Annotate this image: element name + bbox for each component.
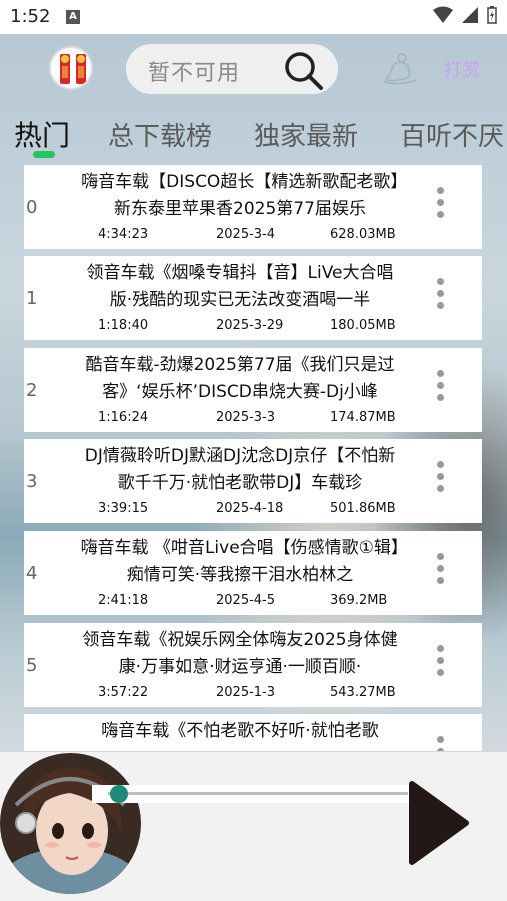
song-title: DJ情薇聆听DJ默涵DJ沈念DJ京仔【不怕新歌千千万·就怕老歌带DJ】车载珍 bbox=[84, 446, 396, 493]
song-title: 嗨音车载【DISCO超长【精选新歌配老歌】新东泰里苹果香2025第77届娱乐 bbox=[81, 172, 399, 219]
song-date: 2025-3-29 bbox=[216, 318, 284, 333]
more-options-icon[interactable] bbox=[434, 736, 446, 751]
header-side-text[interactable]: 打赏 bbox=[444, 56, 480, 82]
status-bar: 1:52 A bbox=[0, 0, 507, 34]
song-duration: 4:34:23 bbox=[98, 227, 149, 242]
song-index: 5 bbox=[26, 655, 38, 676]
song-card[interactable]: 酷音车载-劲爆2025第77届《我们只是过客》‘娱乐杯’DISCD串烧大赛-Dj… bbox=[24, 348, 482, 432]
song-date: 2025-1-3 bbox=[216, 685, 276, 700]
list-item[interactable]: 嗨音车载【DISCO超长【精选新歌配老歌】新东泰里苹果香2025第77届娱乐 4… bbox=[0, 165, 507, 249]
song-size: 180.05MB bbox=[330, 318, 396, 333]
song-date: 2025-4-18 bbox=[216, 501, 284, 516]
song-size: 174.87MB bbox=[330, 410, 396, 425]
song-index: 2 bbox=[26, 380, 38, 401]
song-card[interactable]: DJ情薇聆听DJ默涵DJ沈念DJ京仔【不怕新歌千千万·就怕老歌带DJ】车载珍 3… bbox=[24, 439, 482, 523]
song-index: 4 bbox=[26, 563, 38, 584]
song-date: 2025-4-5 bbox=[216, 593, 276, 608]
wifi-icon bbox=[433, 6, 453, 23]
song-title: 领音车载《烟嗓专辑抖【音】LiVe大合唱版·残酷的现实已无法改变酒喝一半 bbox=[86, 263, 394, 310]
more-options-icon[interactable] bbox=[434, 553, 446, 593]
more-options-icon[interactable] bbox=[434, 278, 446, 318]
status-icons bbox=[433, 6, 497, 24]
category-tabs: 热门 总下载榜 独家最新 百听不厌 bbox=[0, 112, 507, 162]
song-duration: 3:57:22 bbox=[98, 685, 149, 700]
song-duration: 2:41:18 bbox=[98, 593, 149, 608]
more-options-icon[interactable] bbox=[434, 187, 446, 227]
list-item[interactable]: 领音车载《烟嗓专辑抖【音】LiVe大合唱版·残酷的现实已无法改变酒喝一半 1:1… bbox=[0, 256, 507, 340]
song-index: 0 bbox=[26, 197, 38, 218]
song-date: 2025-3-4 bbox=[216, 227, 276, 242]
song-card[interactable]: 领音车载《烟嗓专辑抖【音】LiVe大合唱版·残酷的现实已无法改变酒喝一半 1:1… bbox=[24, 256, 482, 340]
song-title: 嗨音车载《不怕老歌不好听·就怕老歌 bbox=[101, 721, 379, 741]
song-card[interactable]: 嗨音车载【DISCO超长【精选新歌配老歌】新东泰里苹果香2025第77届娱乐 4… bbox=[24, 165, 482, 249]
list-item[interactable]: 嗨音车载 《咁音Live合唱【伤感情歌①辑】痴情可笑·等我擦干泪水柏林之 2:4… bbox=[0, 531, 507, 615]
song-duration: 1:16:24 bbox=[98, 410, 149, 425]
tab-total-downloads[interactable]: 总下载榜 bbox=[108, 116, 212, 153]
song-title: 酷音车载-劲爆2025第77届《我们只是过客》‘娱乐杯’DISCD串烧大赛-Dj… bbox=[85, 355, 395, 402]
app-logo[interactable] bbox=[49, 46, 93, 90]
song-duration: 1:18:40 bbox=[98, 318, 149, 333]
tab-never-tired[interactable]: 百听不厌 bbox=[400, 116, 504, 153]
tab-exclusive-new[interactable]: 独家最新 bbox=[254, 116, 358, 153]
song-duration: 3:39:15 bbox=[98, 501, 149, 516]
song-index: 1 bbox=[26, 288, 38, 309]
more-options-icon[interactable] bbox=[434, 645, 446, 685]
list-item[interactable]: 酷音车载-劲爆2025第77届《我们只是过客》‘娱乐杯’DISCD串烧大赛-Dj… bbox=[0, 348, 507, 432]
search-icon[interactable] bbox=[282, 49, 326, 93]
album-art[interactable] bbox=[0, 753, 141, 894]
play-icon[interactable] bbox=[408, 780, 470, 866]
song-size: 369.2MB bbox=[330, 593, 388, 608]
progress-handle[interactable] bbox=[110, 785, 128, 803]
status-time: 1:52 bbox=[10, 6, 51, 27]
list-item[interactable]: DJ情薇聆听DJ默涵DJ沈念DJ京仔【不怕新歌千千万·就怕老歌带DJ】车载珍 3… bbox=[0, 439, 507, 523]
song-size: 501.86MB bbox=[330, 501, 396, 516]
song-card[interactable]: 嗨音车载《不怕老歌不好听·就怕老歌 bbox=[24, 714, 482, 751]
more-options-icon[interactable] bbox=[434, 370, 446, 410]
signal-icon bbox=[462, 7, 478, 23]
song-date: 2025-3-3 bbox=[216, 410, 276, 425]
song-list[interactable]: 嗨音车载【DISCO超长【精选新歌配老歌】新东泰里苹果香2025第77届娱乐 4… bbox=[0, 165, 507, 751]
progress-bar[interactable] bbox=[108, 792, 408, 795]
list-item[interactable]: 嗨音车载《不怕老歌不好听·就怕老歌 bbox=[0, 714, 507, 751]
song-index: 3 bbox=[26, 471, 38, 492]
list-item[interactable]: 领音车载《祝娱乐网全体嗨友2025身体健康·万事如意·财运亨通·一顺百顺· 3:… bbox=[0, 623, 507, 707]
tab-indicator bbox=[33, 151, 55, 158]
battery-icon bbox=[487, 6, 497, 24]
song-size: 543.27MB bbox=[330, 685, 396, 700]
song-size: 628.03MB bbox=[330, 227, 396, 242]
meditation-icon[interactable] bbox=[380, 52, 420, 86]
search-bar[interactable]: 暂不可用 bbox=[126, 44, 338, 94]
tab-hot[interactable]: 热门 bbox=[14, 114, 70, 154]
song-title: 嗨音车载 《咁音Live合唱【伤感情歌①辑】痴情可笑·等我擦干泪水柏林之 bbox=[80, 538, 400, 585]
song-card[interactable]: 嗨音车载 《咁音Live合唱【伤感情歌①辑】痴情可笑·等我擦干泪水柏林之 2:4… bbox=[24, 531, 482, 615]
more-options-icon[interactable] bbox=[434, 461, 446, 501]
notification-icon: A bbox=[66, 10, 80, 24]
search-input[interactable]: 暂不可用 bbox=[148, 55, 240, 87]
song-title: 领音车载《祝娱乐网全体嗨友2025身体健康·万事如意·财运亨通·一顺百顺· bbox=[82, 630, 398, 677]
song-card[interactable]: 领音车载《祝娱乐网全体嗨友2025身体健康·万事如意·财运亨通·一顺百顺· 3:… bbox=[24, 623, 482, 707]
